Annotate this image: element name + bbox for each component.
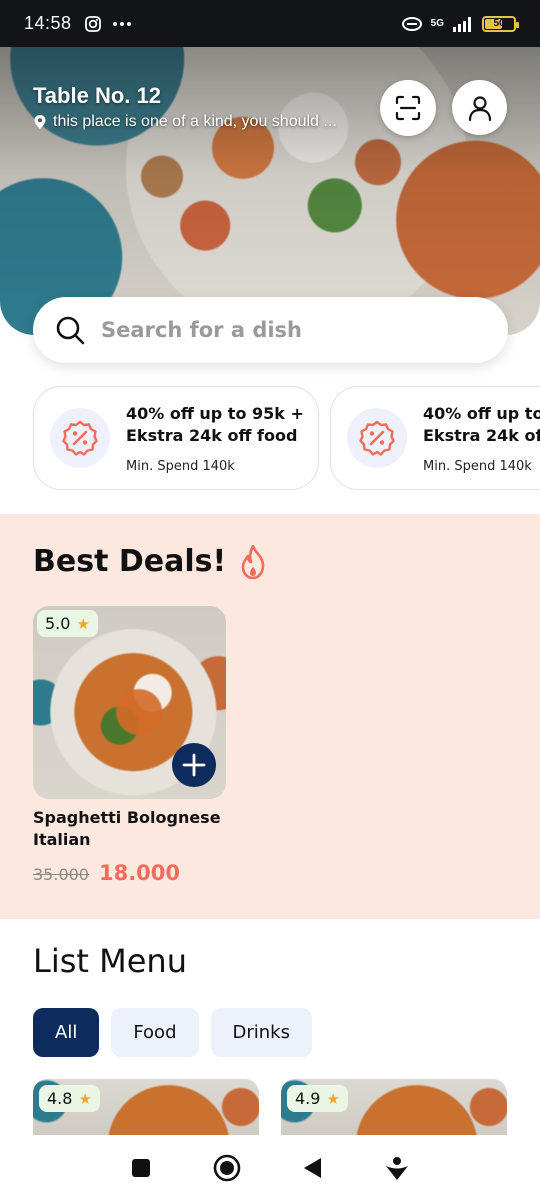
category-tabs: All Food Drinks [33, 1008, 312, 1057]
assistant-icon[interactable] [384, 1155, 410, 1181]
location-icon [34, 115, 46, 129]
dish-name: Spaghetti Bolognese Italian [33, 808, 221, 849]
list-menu-heading: List Menu [33, 942, 187, 980]
home-circle-icon[interactable] [213, 1154, 241, 1182]
dish-image[interactable]: 5.0 ★ [33, 606, 226, 799]
promo-card[interactable]: 40% off up to 95k + Ekstra 24k off food … [330, 386, 540, 490]
fire-icon [241, 544, 265, 579]
tab-all[interactable]: All [33, 1008, 100, 1057]
rating-badge: 4.8 ★ [39, 1085, 100, 1112]
promo-min-spend: Min. Spend 140k [423, 458, 532, 474]
star-icon: ★ [76, 614, 90, 633]
price-row: 35.000 18.000 [33, 861, 226, 885]
search-icon [56, 316, 85, 345]
search-bar[interactable] [33, 297, 508, 363]
network-label: 5G [430, 18, 444, 29]
rating-value: 4.9 [295, 1089, 321, 1108]
plus-icon [182, 753, 206, 777]
discount-badge-icon [50, 408, 110, 468]
profile-icon [468, 95, 491, 121]
promo-card[interactable]: 40% off up to 95k + Ekstra 24k off food … [33, 386, 319, 490]
promo-carousel[interactable]: 40% off up to 95k + Ekstra 24k off food … [33, 386, 540, 492]
best-deals-heading: Best Deals! [33, 544, 268, 579]
best-deals-section: Best Deals! 5.0 ★ Spaghetti Bolognese It… [0, 514, 540, 919]
link-icon [401, 16, 422, 31]
system-nav-bar [0, 1135, 540, 1200]
more-dots-icon [112, 21, 131, 26]
scan-icon [395, 95, 421, 121]
tab-food[interactable]: Food [111, 1008, 199, 1057]
rating-badge: 4.9 ★ [287, 1085, 348, 1112]
add-to-cart-button[interactable] [172, 743, 216, 787]
tagline-text: this place is one of a kind, you should … [53, 113, 337, 130]
current-price: 18.000 [98, 861, 181, 885]
battery-icon: 50 [482, 15, 519, 32]
scan-button[interactable] [380, 80, 436, 136]
menu-item-card[interactable]: 4.9 ★ [281, 1079, 507, 1135]
discount-badge-icon [347, 408, 407, 468]
promo-min-spend: Min. Spend 140k [126, 458, 235, 474]
battery-level: 50 [493, 18, 505, 29]
table-name: Table No. 12 [33, 83, 161, 108]
rating-value: 4.8 [47, 1089, 73, 1108]
promo-title-line2: Ekstra 24k off food [126, 425, 298, 445]
instagram-icon [84, 15, 101, 32]
profile-button[interactable] [452, 80, 507, 135]
rating-value: 5.0 [45, 614, 71, 633]
star-icon: ★ [326, 1089, 340, 1108]
hero-banner: Table No. 12 this place is one of a kind… [0, 47, 540, 335]
promo-title-line1: 40% off up to 95k + [126, 403, 304, 423]
status-bar: 14:58 5G 50 [0, 0, 540, 47]
back-triangle-icon[interactable] [301, 1156, 323, 1180]
search-input[interactable] [99, 317, 459, 343]
signal-icon [453, 16, 471, 32]
promo-title-line2: Ekstra 24k off food [423, 425, 540, 445]
promo-title-line1: 40% off up to 95k + [423, 403, 540, 423]
tab-drinks[interactable]: Drinks [210, 1008, 312, 1057]
tagline-row: this place is one of a kind, you should … [33, 113, 378, 131]
best-deals-title: Best Deals! [33, 544, 227, 579]
deal-card[interactable]: 5.0 ★ Spaghetti Bolognese Italian 35.000… [33, 606, 226, 885]
star-icon: ★ [78, 1089, 92, 1108]
menu-item-card[interactable]: 4.8 ★ [33, 1079, 259, 1135]
old-price: 35.000 [33, 865, 89, 884]
recents-square-icon[interactable] [130, 1157, 152, 1179]
rating-badge: 5.0 ★ [37, 610, 98, 637]
status-time: 14:58 [24, 13, 72, 33]
